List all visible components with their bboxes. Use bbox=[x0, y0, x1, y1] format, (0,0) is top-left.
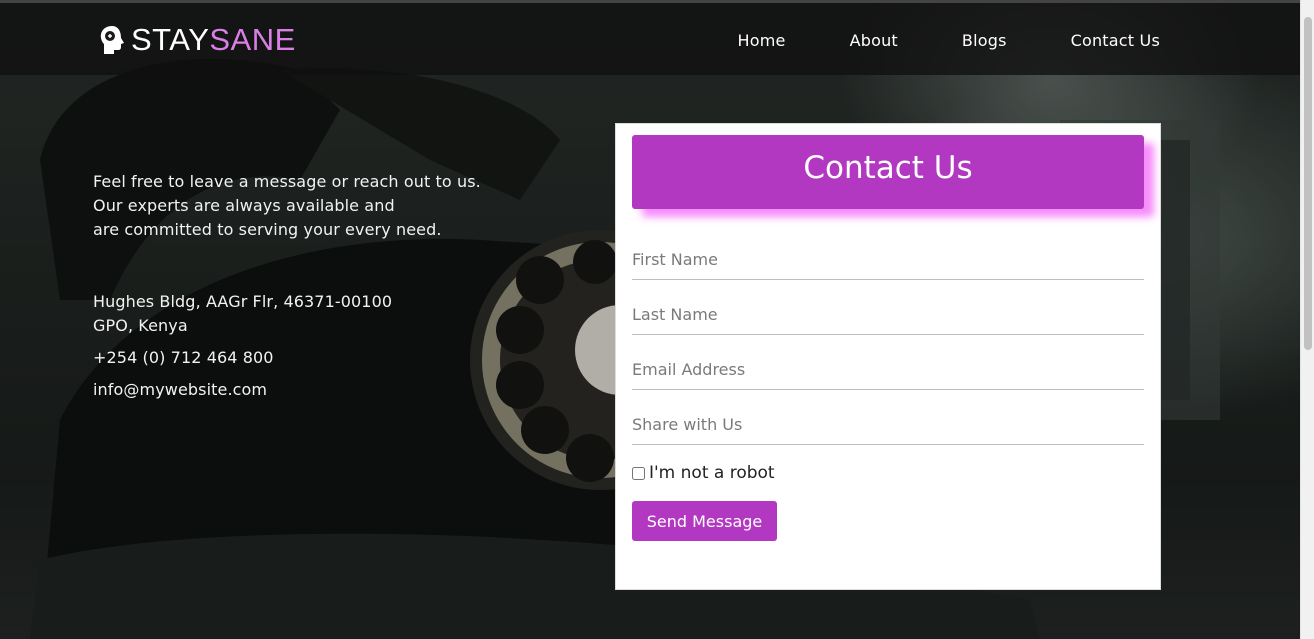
message-input[interactable] bbox=[632, 405, 1144, 445]
site-header: STAYSANE Home About Blogs Contact Us bbox=[0, 0, 1300, 75]
nav-blogs[interactable]: Blogs bbox=[962, 30, 1007, 52]
email-input[interactable] bbox=[632, 350, 1144, 390]
robot-label: I'm not a robot bbox=[649, 463, 775, 483]
robot-check[interactable]: I'm not a robot bbox=[632, 463, 775, 483]
brand-name-part2: SANE bbox=[209, 22, 296, 57]
first-name-input[interactable] bbox=[632, 240, 1144, 280]
head-silhouette-icon bbox=[100, 26, 124, 54]
intro-line-2: Our experts are always available and bbox=[93, 196, 395, 215]
scrollbar-thumb[interactable] bbox=[1304, 17, 1312, 350]
main-nav: Home About Blogs Contact Us bbox=[674, 30, 1160, 52]
contact-info: Feel free to leave a message or reach ou… bbox=[93, 170, 513, 402]
intro-text: Feel free to leave a message or reach ou… bbox=[93, 170, 513, 242]
nav-contact-us[interactable]: Contact Us bbox=[1071, 30, 1160, 52]
nav-home[interactable]: Home bbox=[738, 30, 786, 52]
brand-logo[interactable]: STAYSANE bbox=[98, 20, 296, 60]
robot-checkbox[interactable] bbox=[632, 466, 645, 480]
last-name-input[interactable] bbox=[632, 295, 1144, 335]
intro-line-3: are committed to serving your every need… bbox=[93, 220, 442, 239]
form-title: Contact Us bbox=[632, 135, 1144, 209]
page-scrollbar[interactable] bbox=[1300, 0, 1314, 639]
contact-form-card: Contact Us I'm not a robot Send Message bbox=[615, 123, 1161, 590]
address: Hughes Bldg, AAGr Flr, 46371-00100 GPO, … bbox=[93, 292, 393, 335]
send-message-button[interactable]: Send Message bbox=[632, 501, 777, 541]
nav-about[interactable]: About bbox=[850, 30, 898, 52]
brand-name-part1: STAY bbox=[131, 22, 210, 57]
intro-line-1: Feel free to leave a message or reach ou… bbox=[93, 172, 481, 191]
phone-number: +254 (0) 712 464 800 bbox=[93, 348, 274, 367]
brand-name: STAYSANE bbox=[131, 20, 296, 60]
email-address: info@mywebsite.com bbox=[93, 380, 268, 399]
